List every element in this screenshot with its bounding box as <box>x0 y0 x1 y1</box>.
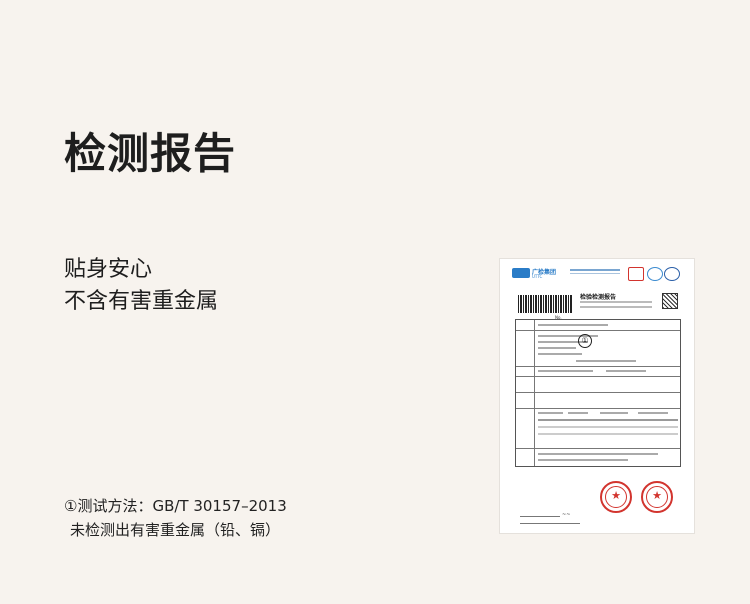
barcode-icon <box>518 295 573 313</box>
report-brand-sub: UTTC <box>532 274 543 279</box>
official-seal-2: ★ <box>641 481 673 513</box>
test-result-line: 未检测出有害重金属（铅、镉） <box>70 521 281 539</box>
report-company-line <box>570 269 620 274</box>
cnas-badge-icon <box>664 267 680 281</box>
claim-line-2: 不含有害重金属 <box>64 289 219 314</box>
claims-block: 贴身安心 不含有害重金属 <box>64 254 218 318</box>
cma-badge-icon <box>628 267 644 281</box>
ilac-badge-icon <box>647 267 663 281</box>
report-table <box>515 319 681 467</box>
report-marker: ① <box>578 334 592 348</box>
claim-line-1: 贴身安心 <box>64 257 153 282</box>
report-header-lines <box>580 301 652 311</box>
report-doc-title: 检验检测报告 <box>580 294 617 301</box>
test-note: ①测试方法：GB/T 30157–2013 未检测出有害重金属（铅、镉） <box>64 494 287 542</box>
test-method-line: ①测试方法：GB/T 30157–2013 <box>64 497 287 515</box>
official-seal-1: ★ <box>600 481 632 513</box>
qr-code-icon <box>662 293 678 309</box>
test-report-image: 广检集团 UTTC 检验检测报告 No. ① ~~ ★ ★ <box>499 258 695 534</box>
uttc-logo-icon <box>512 268 530 278</box>
signature-line <box>520 516 560 517</box>
signature-line-2 <box>520 523 580 524</box>
signature-mark: ~~ <box>562 512 571 518</box>
page-title: 检测报告 <box>64 129 237 178</box>
